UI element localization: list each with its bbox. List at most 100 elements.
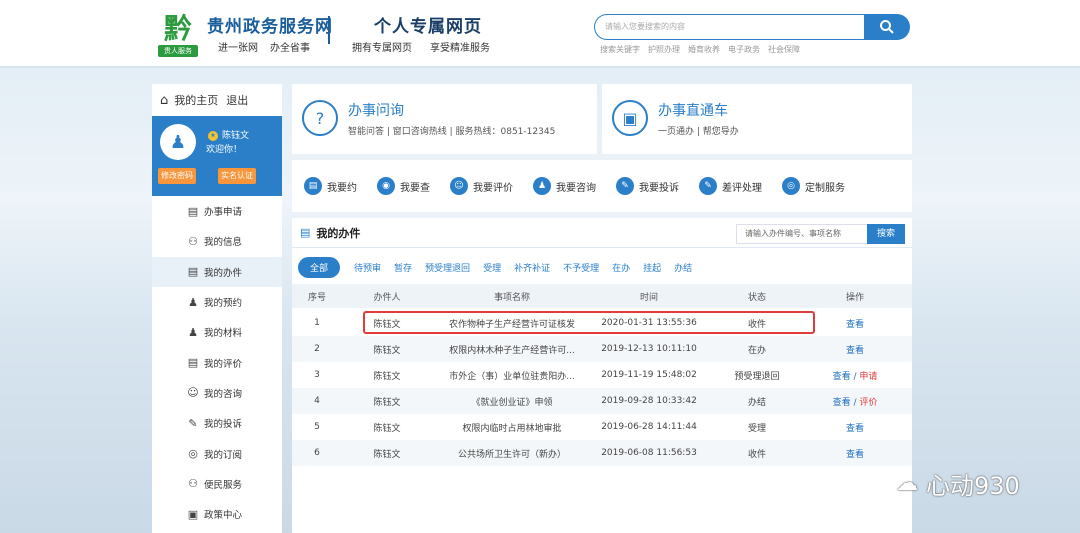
hot-search-words: 搜索关键字 护照办理 婚育收养 电子政务 社会保障	[600, 44, 808, 55]
change-password-button[interactable]: 修改密码	[158, 168, 196, 184]
sidebar-item-label: 我的咨询	[204, 388, 243, 400]
service-review[interactable]: ☺ 我要评价	[450, 177, 513, 195]
cell-name: 公共场所卫生许可（新办）	[457, 449, 566, 460]
cell-person: 陈钰文	[373, 423, 401, 434]
cell-status: 在办	[747, 345, 766, 356]
sidebar-item-reviews[interactable]: ▤ 我的评价	[152, 347, 282, 377]
site-logo[interactable]: 黔 贵人服务	[156, 12, 200, 57]
chat-icon: ☺	[187, 386, 199, 400]
site-search-input[interactable]: 请输入您要搜索的内容	[594, 14, 866, 40]
logo-tag: 贵人服务	[158, 45, 198, 57]
service-appointment[interactable]: ▤ 我要约	[304, 177, 357, 195]
tab-rejected[interactable]: 不予受理	[563, 261, 599, 274]
evaluate-link[interactable]: 评价	[859, 395, 877, 408]
site-slogan-2: 办全省事	[270, 43, 310, 54]
panel-express[interactable]: ▣ 办事直通车 一页通办 | 帮您导办	[602, 84, 912, 154]
service-consult[interactable]: ♟ 我要咨询	[533, 177, 596, 195]
sidebar-item-convenience[interactable]: ⚇ 便民服务	[152, 469, 282, 499]
item-search-button[interactable]: 搜索	[867, 224, 905, 244]
tab-supplement[interactable]: 补齐补证	[514, 261, 550, 274]
home-link[interactable]: 我的主页	[174, 92, 218, 108]
doc-icon: ▤	[187, 356, 199, 370]
search-icon	[880, 20, 894, 34]
tab-returned[interactable]: 预受理退回	[425, 261, 470, 274]
view-link[interactable]: 查看 /	[833, 369, 857, 382]
table-header: 序号 办件人 事项名称 时间 状态 操作	[292, 284, 912, 308]
service-bad-review[interactable]: ✎ 差评处理	[699, 177, 762, 195]
tab-all[interactable]: 全部	[298, 256, 341, 278]
sidebar-item-info[interactable]: ⚇ 我的信息	[152, 226, 282, 256]
sidebar-item-label: 便民服务	[204, 479, 243, 491]
status-tabs: 全部 待预审 暂存 预受理退回 受理 补齐补证 不予受理 在办 挂起 办结	[298, 256, 705, 278]
item-search-input[interactable]: 请输入办件编号、事项名称	[736, 224, 868, 244]
panel-express-title: 办事直通车	[658, 103, 728, 119]
cell-name: 权限内林木种子生产经营许可...	[449, 345, 575, 356]
doc-icon: ▤	[300, 226, 311, 239]
cell-name: 市外企（事）业单位驻贵阳办...	[449, 371, 575, 382]
tab-completed[interactable]: 办结	[674, 261, 692, 274]
tab-pre-review[interactable]: 待预审	[354, 261, 381, 274]
cell-op: 查看	[812, 414, 898, 440]
sidebar-item-label: 我的信息	[204, 237, 243, 249]
cell-no: 6	[314, 448, 320, 458]
page-title: 个人专属网页	[374, 17, 482, 37]
view-link[interactable]: 查看	[846, 317, 864, 330]
sidebar-item-materials[interactable]: ♟ 我的材料	[152, 317, 282, 347]
col-op: 操作	[845, 292, 864, 303]
service-label: 差评处理	[722, 182, 762, 194]
cell-status: 收件	[747, 449, 766, 460]
user-name-text: 陈钰文	[222, 131, 250, 141]
cell-person: 陈钰文	[373, 449, 401, 460]
sidebar-item-my-items[interactable]: ▤ 我的办件	[152, 256, 282, 287]
target-icon: ◎	[782, 177, 800, 195]
service-custom[interactable]: ◎ 定制服务	[782, 177, 845, 195]
sidebar-item-complaints[interactable]: ✎ 我的投诉	[152, 408, 282, 438]
user-welcome: 欢迎你！	[206, 145, 243, 155]
site-search-button[interactable]	[864, 14, 910, 40]
tab-in-progress[interactable]: 在办	[612, 261, 630, 274]
view-link[interactable]: 查看	[846, 343, 864, 356]
my-items-header: ▤ 我的办件 请输入办件编号、事项名称 搜索	[292, 218, 912, 248]
site-title[interactable]: 贵州政务服务网	[207, 12, 333, 37]
service-label: 我要查	[400, 182, 430, 194]
tab-accepted[interactable]: 受理	[483, 261, 501, 274]
page-slogan-2: 享受精准服务	[430, 43, 490, 54]
sidebar-item-consult[interactable]: ☺ 我的咨询	[152, 378, 282, 408]
cell-no: 3	[314, 370, 320, 380]
service-bar: ▤ 我要约 ◉ 我要查 ☺ 我要评价 ♟ 我要咨询 ✎ 我要投诉 ✎ 差评处理 ◎ 定制服务	[292, 160, 912, 212]
panel-inquiry[interactable]: ? 办事问询 智能问答 | 窗口咨询热线 | 服务热线：0851-12345	[292, 84, 597, 154]
cell-op: 查看 / 评价	[812, 388, 898, 414]
real-name-verify-button[interactable]: 实名认证	[218, 168, 256, 184]
pencil-icon: ✎	[616, 177, 634, 195]
doc-icon: ▤	[187, 204, 199, 218]
hot-word[interactable]: 护照办理	[648, 45, 680, 54]
sidebar-item-label: 我的材料	[204, 328, 243, 340]
view-link[interactable]: 查看 /	[833, 395, 857, 408]
my-items-panel: ▤ 我的办件 请输入办件编号、事项名称 搜索 全部 待预审 暂存 预受理退回 受…	[292, 218, 912, 533]
hot-word[interactable]: 搜索关键字	[600, 45, 640, 54]
tab-draft[interactable]: 暂存	[394, 261, 412, 274]
hot-word[interactable]: 电子政务	[728, 45, 760, 54]
logout-link[interactable]: 退出	[226, 92, 248, 108]
hot-word[interactable]: 婚育收养	[688, 45, 720, 54]
table-row: 6 陈钰文 公共场所卫生许可（新办） 2019-06-08 11:56:53 收…	[292, 440, 912, 466]
avatar: ♟	[160, 124, 196, 160]
site-header: 黔 贵人服务 贵州政务服务网 进一张网 办全省事 个人专属网页 拥有专属网页 享受精…	[0, 0, 1080, 68]
sidebar-item-policy[interactable]: ▣ 政策中心	[152, 499, 282, 529]
col-time: 时间	[639, 292, 658, 303]
person-icon: ♟	[188, 325, 198, 339]
sidebar-item-appointments[interactable]: ♟ 我的预约	[152, 287, 282, 317]
table-row: 5 陈钰文 权限内临时占用林地审批 2019-06-28 14:11:44 受理…	[292, 414, 912, 440]
tab-suspended[interactable]: 挂起	[643, 261, 661, 274]
policy-icon: ▣	[187, 507, 199, 521]
service-query[interactable]: ◉ 我要查	[377, 177, 430, 195]
cell-status: 受理	[747, 423, 766, 434]
sidebar-item-label: 办事申请	[204, 207, 243, 219]
sidebar-item-subscriptions[interactable]: ◎ 我的订阅	[152, 438, 282, 468]
sidebar-item-apply[interactable]: ▤ 办事申请	[152, 196, 282, 226]
view-link[interactable]: 查看	[846, 447, 864, 460]
view-link[interactable]: 查看	[846, 421, 864, 434]
service-complaint[interactable]: ✎ 我要投诉	[616, 177, 679, 195]
hot-word[interactable]: 社会保障	[768, 45, 800, 54]
apply-link[interactable]: 申请	[859, 369, 877, 382]
